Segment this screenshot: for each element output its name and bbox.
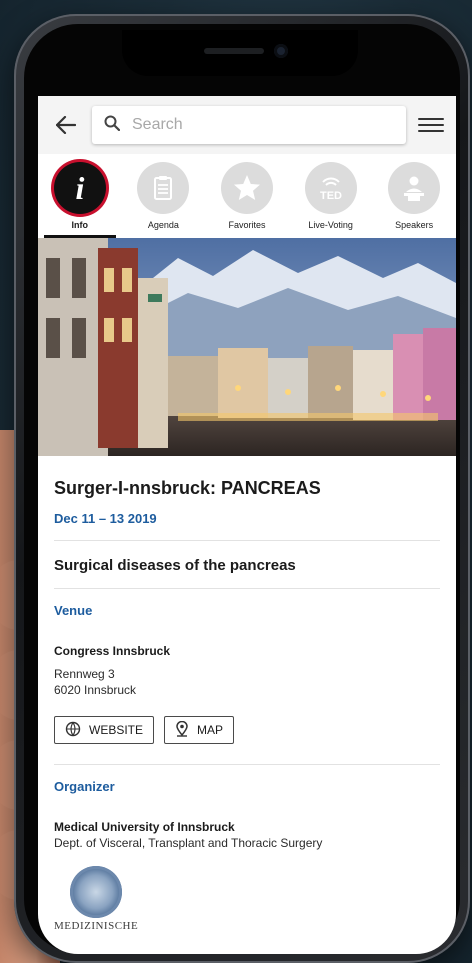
tab-agenda[interactable]: Agenda <box>122 162 206 238</box>
venue-actions: WEBSITE MAP <box>54 716 440 744</box>
star-icon <box>220 162 273 214</box>
tab-live-voting[interactable]: TED Live-Voting <box>289 162 373 238</box>
divider <box>54 764 440 765</box>
map-label: MAP <box>197 723 224 737</box>
tab-label: Speakers <box>395 220 434 230</box>
ted-icon: TED <box>304 162 357 214</box>
divider <box>54 540 440 541</box>
phone-notch <box>122 30 358 76</box>
app-screen: i Info Agenda Favorites TED Live-Voting <box>38 96 456 954</box>
map-button[interactable]: MAP <box>164 716 235 744</box>
tab-label: Info <box>71 220 89 230</box>
organizer-heading: Organizer <box>54 779 115 794</box>
info-icon: i <box>53 162 106 214</box>
globe-icon <box>65 721 81 740</box>
event-title: Surger-I-nnsbruck: PANCREAS <box>54 478 321 498</box>
svg-text:TED: TED <box>320 190 342 202</box>
logo-text: MEDIZINISCHE <box>54 920 139 932</box>
venue-address: Rennweg 3 6020 Innsbruck <box>54 666 440 698</box>
agenda-icon <box>137 162 190 214</box>
tab-label: Live-Voting <box>308 220 353 230</box>
tab-favorites[interactable]: Favorites <box>205 162 289 238</box>
back-arrow-icon[interactable] <box>52 111 80 139</box>
tab-bar: i Info Agenda Favorites TED Live-Voting <box>38 154 456 238</box>
website-label: WEBSITE <box>89 723 144 737</box>
hamburger-menu-icon[interactable] <box>418 112 444 138</box>
divider <box>54 588 440 589</box>
organizer-logo: MEDIZINISCHE <box>54 866 154 932</box>
address-line: 6020 Innsbruck <box>54 683 137 697</box>
map-pin-icon <box>175 720 189 740</box>
tab-label: Favorites <box>228 220 266 230</box>
front-camera <box>274 44 288 58</box>
address-line: Rennweg 3 <box>54 667 115 681</box>
search-box[interactable] <box>92 106 406 144</box>
event-date: Dec 11 – 13 2019 <box>54 511 157 526</box>
speaker-icon <box>388 162 441 214</box>
search-icon <box>104 115 121 136</box>
website-button[interactable]: WEBSITE <box>54 716 155 744</box>
earpiece-speaker <box>204 48 264 54</box>
tab-label: Agenda <box>147 220 179 230</box>
tab-info[interactable]: i Info <box>38 162 122 238</box>
venue-hero-image <box>38 238 456 456</box>
svg-text:i: i <box>75 170 84 206</box>
top-bar <box>38 96 456 154</box>
event-subtitle: Surgical diseases of the pancreas <box>54 557 296 574</box>
search-input[interactable] <box>132 116 394 134</box>
tab-speakers[interactable]: Speakers <box>372 162 456 238</box>
event-details: Surger-I-nnsbruck: PANCREAS Dec 11 – 13 … <box>38 456 456 932</box>
venue-heading: Venue <box>54 603 93 618</box>
organizer-name: Medical University of Innsbruck <box>54 820 235 834</box>
organizer-department: Dept. of Visceral, Transplant and Thorac… <box>54 836 323 850</box>
university-seal-icon <box>70 866 122 918</box>
venue-name: Congress Innsbruck <box>54 644 171 658</box>
